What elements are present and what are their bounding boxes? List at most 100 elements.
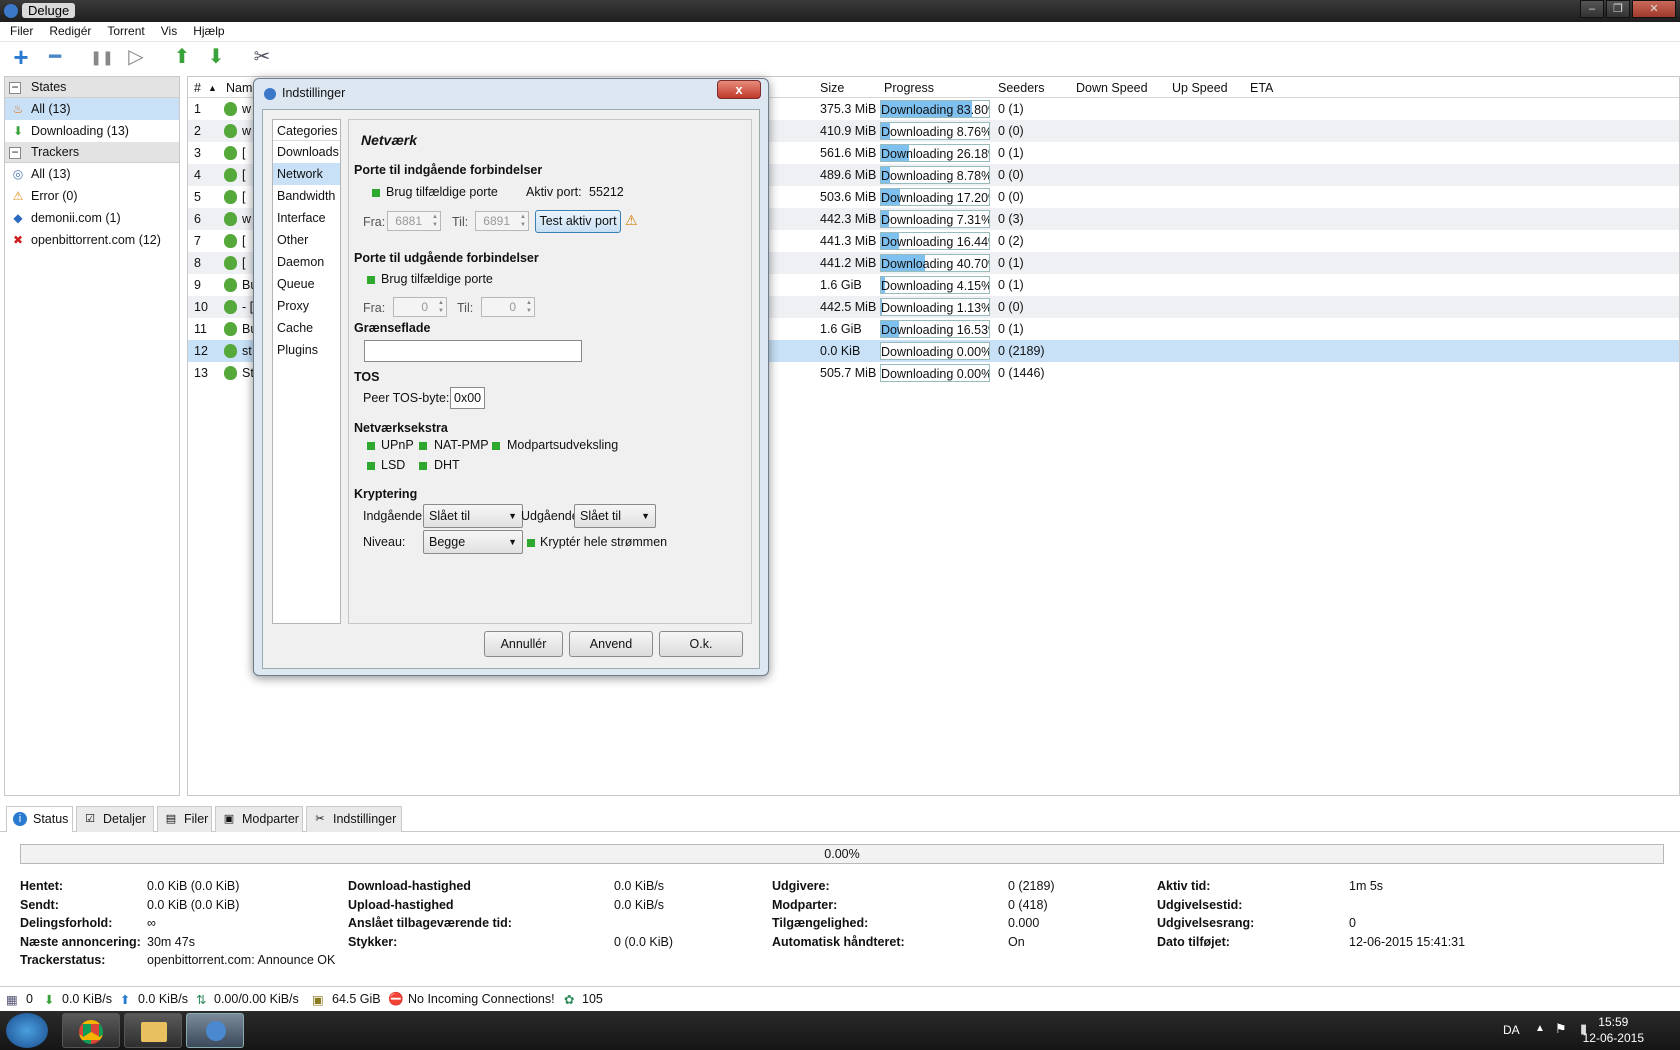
dht-checkbox[interactable] xyxy=(419,462,427,470)
tab-details[interactable]: ☑ Detaljer xyxy=(76,806,154,832)
download-speed-icon[interactable]: ⬇ xyxy=(44,992,54,1007)
encrypt-all-label: Kryptér hele strømmen xyxy=(540,535,668,549)
category-daemon[interactable]: Daemon xyxy=(273,251,340,273)
menu-hjaelp[interactable]: Hjælp xyxy=(183,22,230,38)
collapse-icon[interactable]: − xyxy=(9,146,21,159)
maximize-button[interactable]: ❐ xyxy=(1606,0,1630,18)
incoming-random-ports-checkbox[interactable] xyxy=(372,189,380,197)
upload-speed-icon[interactable]: ⬆ xyxy=(120,992,130,1007)
download-speed[interactable]: 0.0 KiB/s xyxy=(62,992,112,1006)
tos-header: TOS xyxy=(354,370,380,384)
resume-icon[interactable]: ▷ xyxy=(124,45,148,69)
tab-status[interactable]: i Status xyxy=(6,806,73,832)
category-interface[interactable]: Interface xyxy=(273,207,340,229)
deluge-taskbar-icon[interactable] xyxy=(186,1013,244,1048)
incoming-enc-select[interactable]: Slået til ▼ xyxy=(423,504,523,528)
torrent-size: 489.6 MiB xyxy=(820,168,877,182)
chrome-taskbar-icon[interactable] xyxy=(62,1013,120,1048)
queue-down-icon[interactable]: ⬇ xyxy=(204,45,228,69)
all-icon: ♨ xyxy=(12,102,24,116)
cancel-button[interactable]: Annullér xyxy=(484,631,563,657)
explorer-taskbar-icon[interactable] xyxy=(124,1013,182,1048)
deluge-app-icon xyxy=(4,4,18,18)
from-port-spinner[interactable]: 6881 xyxy=(387,211,441,231)
tracker-openbittorrent[interactable]: ✖ openbittorrent.com (12) xyxy=(5,229,179,251)
add-icon[interactable]: + xyxy=(9,44,33,70)
states-header[interactable]: − States xyxy=(5,77,179,98)
out-to-port-spinner[interactable]: 0 xyxy=(481,297,535,317)
col-seeders[interactable]: Seeders xyxy=(998,81,1045,95)
encrypt-all-checkbox[interactable] xyxy=(527,539,535,547)
outgoing-random-ports-checkbox[interactable] xyxy=(367,276,375,284)
torrent-name: [ xyxy=(242,168,246,182)
category-queue[interactable]: Queue xyxy=(273,273,340,295)
connections-icon[interactable]: ▦ xyxy=(6,992,18,1007)
interface-input[interactable] xyxy=(364,340,582,362)
col-name[interactable]: Nam xyxy=(226,81,252,95)
tracker-error[interactable]: ⚠ Error (0) xyxy=(5,185,179,207)
menu-torrent[interactable]: Torrent xyxy=(97,22,150,38)
window-title: Deluge xyxy=(22,3,76,18)
tab-files[interactable]: ▤ Filer xyxy=(157,806,212,832)
tab-settings[interactable]: ✂ Indstillinger xyxy=(306,806,402,832)
minimize-button[interactable]: – xyxy=(1580,0,1604,18)
state-all[interactable]: ♨ All (13) xyxy=(5,98,179,120)
torrent-name: st xyxy=(242,344,252,358)
category-downloads[interactable]: Downloads xyxy=(273,141,340,163)
connections-count[interactable]: 0 xyxy=(26,992,33,1006)
ok-button[interactable]: O.k. xyxy=(659,631,743,657)
tray-expand-icon[interactable]: ▲ xyxy=(1535,1023,1545,1034)
peer-tos-input[interactable]: 0x00 xyxy=(450,387,485,409)
test-active-port-button[interactable]: Test aktiv port xyxy=(535,210,621,233)
category-network[interactable]: Network xyxy=(273,163,340,185)
apply-button[interactable]: Anvend xyxy=(569,631,653,657)
close-dialog-button[interactable]: x xyxy=(717,80,761,99)
categories-header[interactable]: Categories xyxy=(273,120,340,141)
torrent-status-icon xyxy=(224,234,237,248)
torrent-seeders: 0 (1) xyxy=(998,146,1024,160)
pex-checkbox[interactable] xyxy=(492,442,500,450)
natpmp-checkbox[interactable] xyxy=(419,442,427,450)
action-center-flag-icon[interactable]: ⚑ xyxy=(1555,1021,1567,1037)
remove-icon[interactable]: ━ xyxy=(43,45,67,69)
tracker-demonii[interactable]: ◆ demonii.com (1) xyxy=(5,207,179,229)
torrent-status-icon xyxy=(224,124,237,138)
lsd-checkbox[interactable] xyxy=(367,462,375,470)
pause-icon[interactable]: ❚❚ xyxy=(90,45,114,69)
col-up-speed[interactable]: Up Speed xyxy=(1172,81,1228,95)
row-number: 12 xyxy=(194,344,208,358)
trackers-header[interactable]: − Trackers xyxy=(5,142,179,163)
input-language[interactable]: DA xyxy=(1503,1023,1520,1037)
category-cache[interactable]: Cache xyxy=(273,317,340,339)
category-plugins[interactable]: Plugins xyxy=(273,339,340,361)
settings-icon: ✂ xyxy=(315,813,325,825)
category-proxy[interactable]: Proxy xyxy=(273,295,340,317)
clock[interactable]: 15:59 12-06-2015 xyxy=(1583,1014,1644,1046)
to-port-spinner[interactable]: 6891 xyxy=(475,211,529,231)
tracker-all[interactable]: ◎ All (13) xyxy=(5,163,179,185)
collapse-icon[interactable]: − xyxy=(9,81,21,94)
category-bandwidth[interactable]: Bandwidth xyxy=(273,185,340,207)
col-size[interactable]: Size xyxy=(820,81,844,95)
upnp-checkbox[interactable] xyxy=(367,442,375,450)
col-progress[interactable]: Progress xyxy=(884,81,934,95)
col-down-speed[interactable]: Down Speed xyxy=(1076,81,1148,95)
menu-rediger[interactable]: Redigér xyxy=(39,22,97,38)
category-other[interactable]: Other xyxy=(273,229,340,251)
outgoing-enc-select[interactable]: Slået til ▼ xyxy=(574,504,656,528)
torrent-seeders: 0 (2) xyxy=(998,234,1024,248)
queue-up-icon[interactable]: ⬆ xyxy=(170,45,194,69)
upload-speed[interactable]: 0.0 KiB/s xyxy=(138,992,188,1006)
files-icon: ▤ xyxy=(165,813,177,825)
col-eta[interactable]: ETA xyxy=(1250,81,1273,95)
out-from-port-spinner[interactable]: 0 xyxy=(393,297,447,317)
tab-peers[interactable]: ▣ Modparter xyxy=(215,806,303,832)
menu-vis[interactable]: Vis xyxy=(151,22,183,38)
state-downloading[interactable]: ⬇ Downloading (13) xyxy=(5,120,179,142)
preferences-icon[interactable]: ✂ xyxy=(250,45,274,69)
start-button[interactable] xyxy=(6,1013,48,1048)
menu-filer[interactable]: Filer xyxy=(0,22,39,38)
close-window-button[interactable]: ✕ xyxy=(1632,0,1676,18)
level-select[interactable]: Begge ▼ xyxy=(423,530,523,554)
col-num[interactable]: # xyxy=(194,81,201,95)
